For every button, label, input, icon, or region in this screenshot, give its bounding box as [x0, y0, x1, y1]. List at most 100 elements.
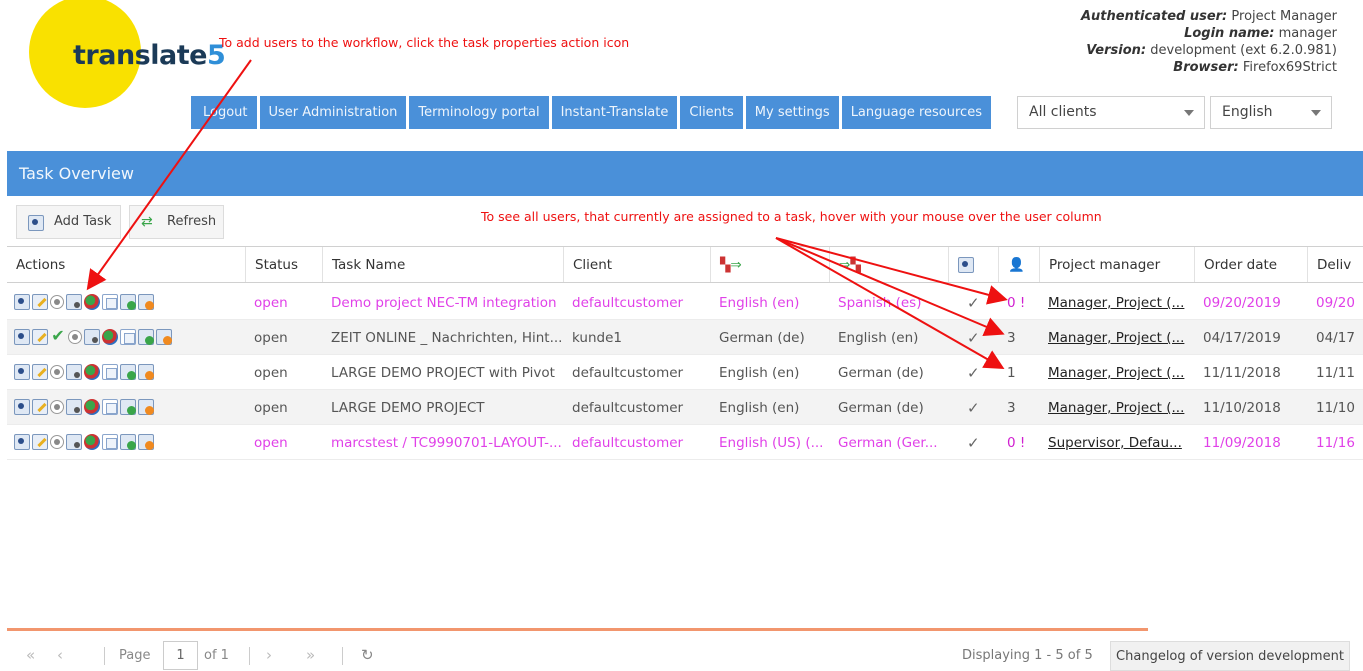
radio-icon[interactable] — [50, 435, 64, 449]
cell-source-lang: English (en) — [719, 295, 800, 311]
open-doc-icon[interactable] — [14, 364, 30, 380]
col-order-date[interactable]: Order date — [1194, 247, 1307, 282]
open-doc-icon[interactable] — [14, 294, 30, 310]
delete-icon[interactable] — [138, 364, 154, 380]
user-administration-button[interactable]: User Administration — [259, 96, 407, 129]
cell-users[interactable]: 3 — [998, 320, 1039, 355]
export-icon[interactable] — [120, 364, 136, 380]
delete-icon[interactable] — [138, 434, 154, 450]
col-status[interactable]: Status — [245, 247, 322, 282]
my-settings-button[interactable]: My settings — [745, 96, 839, 129]
language-icon[interactable] — [84, 399, 100, 415]
cell-order-date: 11/09/2018 — [1203, 435, 1281, 451]
cell-target-lang: German (de) — [838, 365, 924, 381]
table-row[interactable]: open LARGE DEMO PROJECT defaultcustomer Eng… — [7, 390, 1363, 425]
radio-icon[interactable] — [50, 400, 64, 414]
edit-icon[interactable] — [32, 434, 48, 450]
edit-icon[interactable] — [32, 329, 48, 345]
col-lock[interactable] — [948, 247, 998, 282]
instant-translate-button[interactable]: Instant-Translate — [551, 96, 678, 129]
col-task-name[interactable]: Task Name — [322, 247, 563, 282]
page-label: Page — [119, 648, 151, 663]
terminology-portal-button[interactable]: Terminology portal — [409, 96, 549, 129]
delete-icon[interactable] — [156, 329, 172, 345]
logo: translate5 — [73, 40, 226, 71]
copy-icon[interactable] — [120, 329, 136, 345]
export-icon[interactable] — [120, 399, 136, 415]
radio-icon[interactable] — [68, 330, 82, 344]
radio-icon[interactable] — [50, 365, 64, 379]
task-properties-icon[interactable] — [66, 364, 82, 380]
edit-icon[interactable] — [32, 399, 48, 415]
language-resources-button[interactable]: Language resources — [841, 96, 991, 129]
copy-icon[interactable] — [102, 434, 118, 450]
copy-icon[interactable] — [102, 364, 118, 380]
prev-page-icon[interactable]: ‹ — [57, 646, 63, 664]
table-row[interactable]: open Demo project NEC-TM integration defau… — [7, 285, 1363, 320]
language-icon[interactable] — [84, 434, 100, 450]
copy-icon[interactable] — [102, 399, 118, 415]
row-actions: ✔ — [14, 329, 172, 345]
copy-icon[interactable] — [102, 294, 118, 310]
cell-order-date: 09/20/2019 — [1203, 295, 1281, 311]
col-actions[interactable]: Actions — [7, 247, 245, 282]
language-icon[interactable] — [102, 329, 118, 345]
cell-target-lang: German (Ger... — [838, 435, 938, 451]
col-delivery[interactable]: Deliv — [1307, 247, 1363, 282]
task-properties-icon[interactable] — [66, 294, 82, 310]
col-users[interactable]: 👤 — [998, 247, 1039, 282]
changelog-button[interactable]: Changelog of version development — [1110, 641, 1350, 671]
cell-order-date: 11/11/2018 — [1203, 365, 1281, 381]
table-row[interactable]: open marcstest / TC9990701-LAYOUT-... defa… — [7, 425, 1363, 460]
cell-project-manager[interactable]: Manager, Project (... — [1039, 355, 1194, 390]
cell-users[interactable]: 1 — [998, 355, 1039, 390]
chevron-down-icon — [1311, 110, 1321, 116]
task-properties-icon[interactable] — [84, 329, 100, 345]
export-icon[interactable] — [138, 329, 154, 345]
task-properties-icon[interactable] — [66, 399, 82, 415]
col-target-lang[interactable]: ⇒▚ — [829, 247, 948, 282]
refresh-button[interactable]: ⇄ Refresh — [129, 205, 224, 239]
open-doc-icon[interactable] — [14, 399, 30, 415]
delete-icon[interactable] — [138, 399, 154, 415]
cell-project-manager[interactable]: Manager, Project (... — [1039, 390, 1194, 425]
page-input[interactable]: 1 — [163, 641, 198, 670]
cell-users[interactable]: 0 ! — [998, 285, 1039, 320]
reload-icon[interactable]: ↻ — [361, 646, 374, 664]
first-page-icon[interactable]: « — [26, 646, 35, 664]
cell-project-manager[interactable]: Manager, Project (... — [1039, 320, 1194, 355]
col-source-lang[interactable]: ▚⇒ — [710, 247, 829, 282]
radio-icon[interactable] — [50, 295, 64, 309]
edit-icon[interactable] — [32, 294, 48, 310]
row-actions — [14, 294, 154, 310]
cell-project-manager[interactable]: Manager, Project (... — [1039, 285, 1194, 320]
cell-task-name: Demo project NEC-TM integration — [331, 295, 557, 311]
add-task-button[interactable]: Add Task — [16, 205, 121, 239]
edit-icon[interactable] — [32, 364, 48, 380]
export-icon[interactable] — [120, 294, 136, 310]
cell-project-manager[interactable]: Supervisor, Defau... — [1039, 425, 1194, 460]
pager-separator — [342, 647, 343, 665]
delete-icon[interactable] — [138, 294, 154, 310]
export-icon[interactable] — [120, 434, 136, 450]
open-doc-icon[interactable] — [14, 329, 30, 345]
cell-users[interactable]: 0 ! — [998, 425, 1039, 460]
task-properties-icon[interactable] — [66, 434, 82, 450]
col-project-manager[interactable]: Project manager — [1039, 247, 1194, 282]
cell-source-lang: English (en) — [719, 400, 800, 416]
table-row[interactable]: open LARGE DEMO PROJECT with Pivot default… — [7, 355, 1363, 390]
language-select[interactable]: English — [1210, 96, 1332, 129]
cell-users[interactable]: 3 — [998, 390, 1039, 425]
client-select[interactable]: All clients — [1017, 96, 1205, 129]
language-icon[interactable] — [84, 364, 100, 380]
last-page-icon[interactable]: » — [306, 646, 315, 664]
col-client[interactable]: Client — [563, 247, 710, 282]
open-doc-icon[interactable] — [14, 434, 30, 450]
clients-button[interactable]: Clients — [680, 96, 743, 129]
logout-button[interactable]: Logout — [191, 96, 257, 129]
language-icon[interactable] — [84, 294, 100, 310]
cell-client: defaultcustomer — [572, 400, 684, 416]
ok-icon[interactable]: ✔ — [50, 329, 66, 345]
table-row[interactable]: ✔ open ZEIT ONLINE _ Nachrichten, Hint... k… — [7, 320, 1363, 355]
next-page-icon[interactable]: › — [266, 646, 272, 664]
